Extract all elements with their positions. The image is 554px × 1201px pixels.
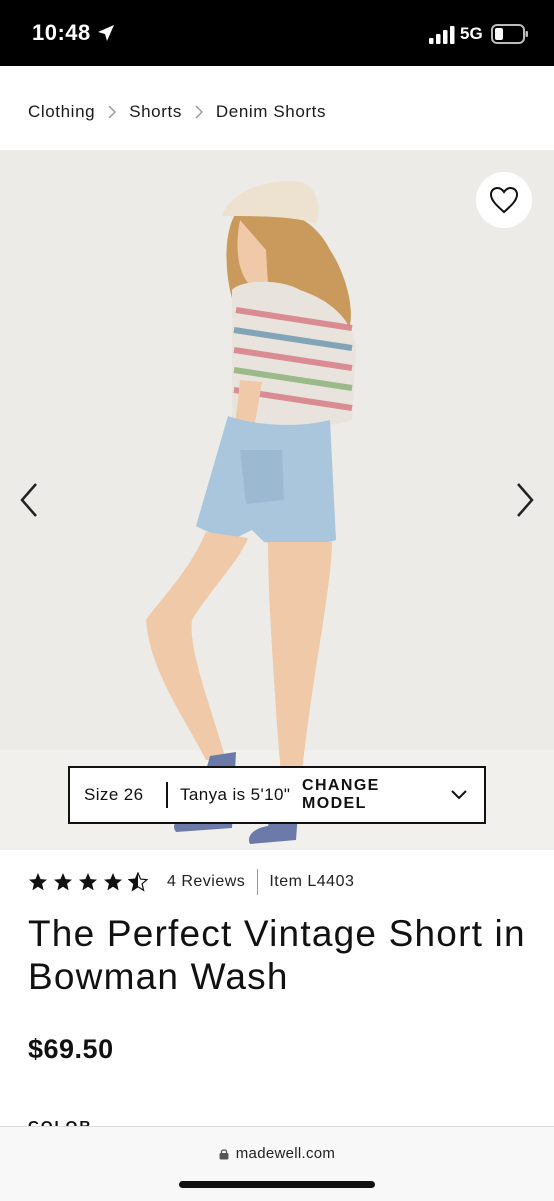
model-description: Tanya is 5'10" (180, 785, 291, 804)
battery-icon (491, 24, 528, 44)
product-image[interactable] (0, 150, 554, 850)
reviews-link[interactable]: 4 Reviews (167, 873, 245, 891)
model-size: Size 26 (84, 785, 144, 804)
star-half-icon (128, 872, 148, 892)
network-type: 5G (460, 24, 483, 43)
chevron-down-icon[interactable] (450, 789, 468, 801)
heart-icon (489, 186, 519, 214)
divider (257, 869, 259, 895)
lock-icon (219, 1148, 229, 1159)
breadcrumb-clothing[interactable]: Clothing (28, 102, 95, 122)
signal-bars-icon (429, 26, 455, 44)
product-title: The Perfect Vintage Short in Bowman Wash (28, 913, 526, 997)
status-time: 10:48 (32, 20, 91, 45)
rating-row: 4 Reviews Item L4403 (28, 868, 354, 896)
chevron-right-icon (95, 105, 129, 119)
product-price: $69.50 (28, 1034, 114, 1064)
wishlist-button[interactable] (476, 172, 532, 228)
home-indicator (179, 1181, 375, 1188)
breadcrumb-denim-shorts[interactable]: Denim Shorts (216, 102, 326, 122)
model-photo (0, 150, 554, 850)
star-icon (104, 873, 122, 891)
status-bar: 10:48 5G (0, 0, 554, 66)
url-row[interactable]: madewell.com (0, 1145, 554, 1162)
location-arrow-icon (98, 25, 114, 41)
item-number: Item L4403 (269, 873, 355, 890)
star-icon (79, 873, 97, 891)
chevron-right-icon (182, 105, 216, 119)
breadcrumb-shorts[interactable]: Shorts (129, 102, 182, 122)
star-icon (54, 873, 72, 891)
carousel-next-button[interactable] (510, 480, 540, 520)
carousel-prev-button[interactable] (14, 480, 44, 520)
url-text[interactable]: madewell.com (236, 1145, 335, 1162)
change-model-button[interactable]: CHANGE MODEL (302, 777, 444, 813)
sheet-edge (0, 66, 554, 78)
model-info-bar[interactable]: Size 26 Tanya is 5'10" CHANGE MODEL (68, 766, 486, 824)
divider (166, 782, 168, 808)
star-rating[interactable] (28, 872, 153, 892)
breadcrumb: Clothing Shorts Denim Shorts (28, 100, 326, 124)
browser-address-bar[interactable]: madewell.com (0, 1126, 554, 1201)
star-icon (29, 873, 47, 891)
